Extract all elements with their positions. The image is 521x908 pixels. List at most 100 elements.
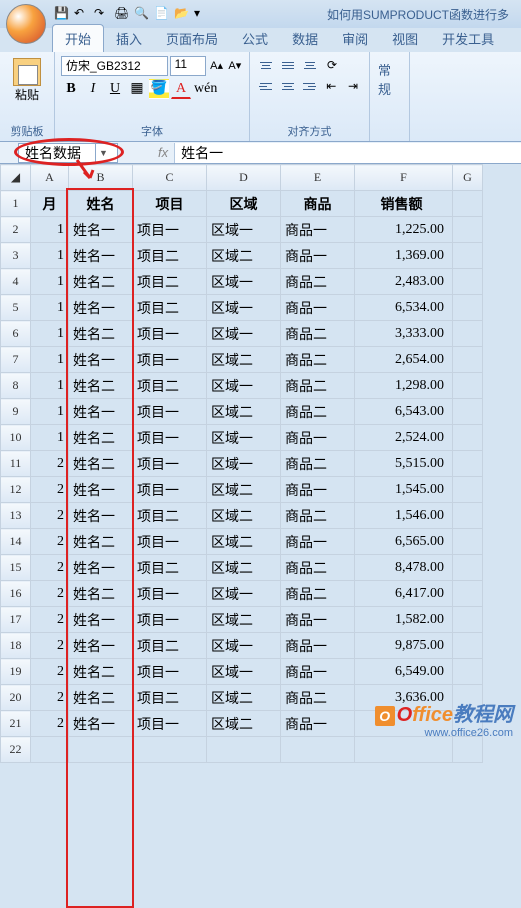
cell[interactable] bbox=[355, 737, 453, 763]
cell[interactable]: 区域二 bbox=[207, 529, 281, 555]
cell[interactable]: 姓名一 bbox=[69, 503, 133, 529]
cell[interactable]: 区域二 bbox=[207, 685, 281, 711]
cell[interactable]: 商品 bbox=[281, 191, 355, 217]
cell[interactable]: 2,654.00 bbox=[355, 347, 453, 373]
cell[interactable] bbox=[453, 659, 483, 685]
cell[interactable]: 3,333.00 bbox=[355, 321, 453, 347]
cell[interactable]: 区域一 bbox=[207, 269, 281, 295]
cell[interactable]: 1 bbox=[31, 217, 69, 243]
cell[interactable]: 商品二 bbox=[281, 555, 355, 581]
cell[interactable]: 区域二 bbox=[207, 347, 281, 373]
cell[interactable]: 1 bbox=[31, 243, 69, 269]
cell[interactable]: 姓名 bbox=[69, 191, 133, 217]
increase-font-icon[interactable]: A▴ bbox=[208, 57, 224, 75]
more-icon[interactable]: ▾ bbox=[194, 6, 210, 22]
cell[interactable]: 项目二 bbox=[133, 373, 207, 399]
cell[interactable]: 2,524.00 bbox=[355, 425, 453, 451]
cell[interactable]: 6,534.00 bbox=[355, 295, 453, 321]
cell[interactable]: 商品一 bbox=[281, 295, 355, 321]
cell[interactable] bbox=[31, 737, 69, 763]
cell[interactable]: 区域一 bbox=[207, 451, 281, 477]
cell[interactable]: 商品二 bbox=[281, 503, 355, 529]
cell[interactable]: 区域二 bbox=[207, 711, 281, 737]
cell[interactable]: 姓名二 bbox=[69, 321, 133, 347]
cell[interactable]: 区域一 bbox=[207, 581, 281, 607]
cell[interactable]: 项目一 bbox=[133, 659, 207, 685]
cell[interactable] bbox=[453, 581, 483, 607]
cell[interactable]: 姓名二 bbox=[69, 269, 133, 295]
cell[interactable]: 区域二 bbox=[207, 555, 281, 581]
tab-view[interactable]: 视图 bbox=[380, 25, 430, 52]
cell[interactable] bbox=[453, 737, 483, 763]
cell[interactable]: 区域一 bbox=[207, 633, 281, 659]
cell[interactable]: 2 bbox=[31, 555, 69, 581]
cell[interactable]: 区域一 bbox=[207, 295, 281, 321]
cell[interactable]: 姓名二 bbox=[69, 451, 133, 477]
cell[interactable]: 区域二 bbox=[207, 503, 281, 529]
cell[interactable] bbox=[453, 477, 483, 503]
cell[interactable]: 项目一 bbox=[133, 529, 207, 555]
col-header-c[interactable]: C bbox=[133, 165, 207, 191]
cell[interactable]: 商品二 bbox=[281, 685, 355, 711]
cell[interactable]: 姓名二 bbox=[69, 373, 133, 399]
row-header[interactable]: 17 bbox=[1, 607, 31, 633]
row-header[interactable]: 4 bbox=[1, 269, 31, 295]
indent-increase-icon[interactable]: ⇥ bbox=[343, 77, 363, 95]
col-header-f[interactable]: F bbox=[355, 165, 453, 191]
align-top-icon[interactable] bbox=[256, 56, 276, 74]
cell[interactable]: 项目一 bbox=[133, 477, 207, 503]
office-button[interactable] bbox=[6, 4, 46, 44]
cell[interactable]: 商品一 bbox=[281, 711, 355, 737]
cell[interactable] bbox=[133, 737, 207, 763]
name-box[interactable]: 姓名数据 ▼ bbox=[18, 143, 118, 163]
cell[interactable]: 姓名一 bbox=[69, 243, 133, 269]
row-header[interactable]: 15 bbox=[1, 555, 31, 581]
cell[interactable] bbox=[453, 607, 483, 633]
cell[interactable]: 商品一 bbox=[281, 659, 355, 685]
cell[interactable]: 商品二 bbox=[281, 581, 355, 607]
cell[interactable]: 区域 bbox=[207, 191, 281, 217]
cell[interactable]: 姓名一 bbox=[69, 347, 133, 373]
cell[interactable]: 2,483.00 bbox=[355, 269, 453, 295]
cell[interactable]: 姓名一 bbox=[69, 217, 133, 243]
cell[interactable]: 姓名二 bbox=[69, 685, 133, 711]
paste-button[interactable]: 粘贴 bbox=[6, 56, 48, 105]
cell[interactable]: 区域二 bbox=[207, 477, 281, 503]
fx-icon[interactable]: fx bbox=[158, 145, 168, 160]
cell[interactable]: 项目一 bbox=[133, 347, 207, 373]
cell[interactable]: 姓名二 bbox=[69, 425, 133, 451]
cell[interactable]: 项目一 bbox=[133, 321, 207, 347]
cell[interactable]: 1 bbox=[31, 269, 69, 295]
cell[interactable]: 商品一 bbox=[281, 633, 355, 659]
underline-button[interactable]: U bbox=[105, 79, 125, 99]
cell[interactable]: 区域一 bbox=[207, 425, 281, 451]
col-header-d[interactable]: D bbox=[207, 165, 281, 191]
font-name-select[interactable]: 仿宋_GB2312 bbox=[61, 56, 168, 76]
cell[interactable]: 1,582.00 bbox=[355, 607, 453, 633]
cell[interactable]: 1,369.00 bbox=[355, 243, 453, 269]
number-format-label[interactable]: 常规 bbox=[378, 60, 403, 98]
row-header[interactable]: 5 bbox=[1, 295, 31, 321]
cell[interactable]: 1,545.00 bbox=[355, 477, 453, 503]
cell[interactable]: 项目二 bbox=[133, 633, 207, 659]
name-box-dropdown-icon[interactable]: ▼ bbox=[95, 143, 111, 163]
cell[interactable]: 项目二 bbox=[133, 269, 207, 295]
cell[interactable]: 2 bbox=[31, 711, 69, 737]
cell[interactable]: 2 bbox=[31, 581, 69, 607]
cell[interactable]: 姓名一 bbox=[69, 399, 133, 425]
align-bottom-icon[interactable] bbox=[300, 56, 320, 74]
cell[interactable]: 月 bbox=[31, 191, 69, 217]
row-header[interactable]: 22 bbox=[1, 737, 31, 763]
cell[interactable]: 9,875.00 bbox=[355, 633, 453, 659]
tab-review[interactable]: 审阅 bbox=[330, 25, 380, 52]
cells-table[interactable]: ◢ A B C D E F G 1 月 姓名 项目 区域 商品 销售额 2 1 … bbox=[0, 164, 483, 763]
cell[interactable]: 项目二 bbox=[133, 555, 207, 581]
decrease-font-icon[interactable]: A▾ bbox=[227, 57, 243, 75]
cell[interactable]: 项目一 bbox=[133, 607, 207, 633]
cell[interactable]: 姓名一 bbox=[69, 295, 133, 321]
cell[interactable]: 商品二 bbox=[281, 269, 355, 295]
save-icon[interactable]: 💾 bbox=[54, 6, 70, 22]
cell[interactable] bbox=[453, 191, 483, 217]
phonetic-button[interactable]: wén bbox=[193, 79, 213, 99]
cell[interactable]: 姓名二 bbox=[69, 529, 133, 555]
